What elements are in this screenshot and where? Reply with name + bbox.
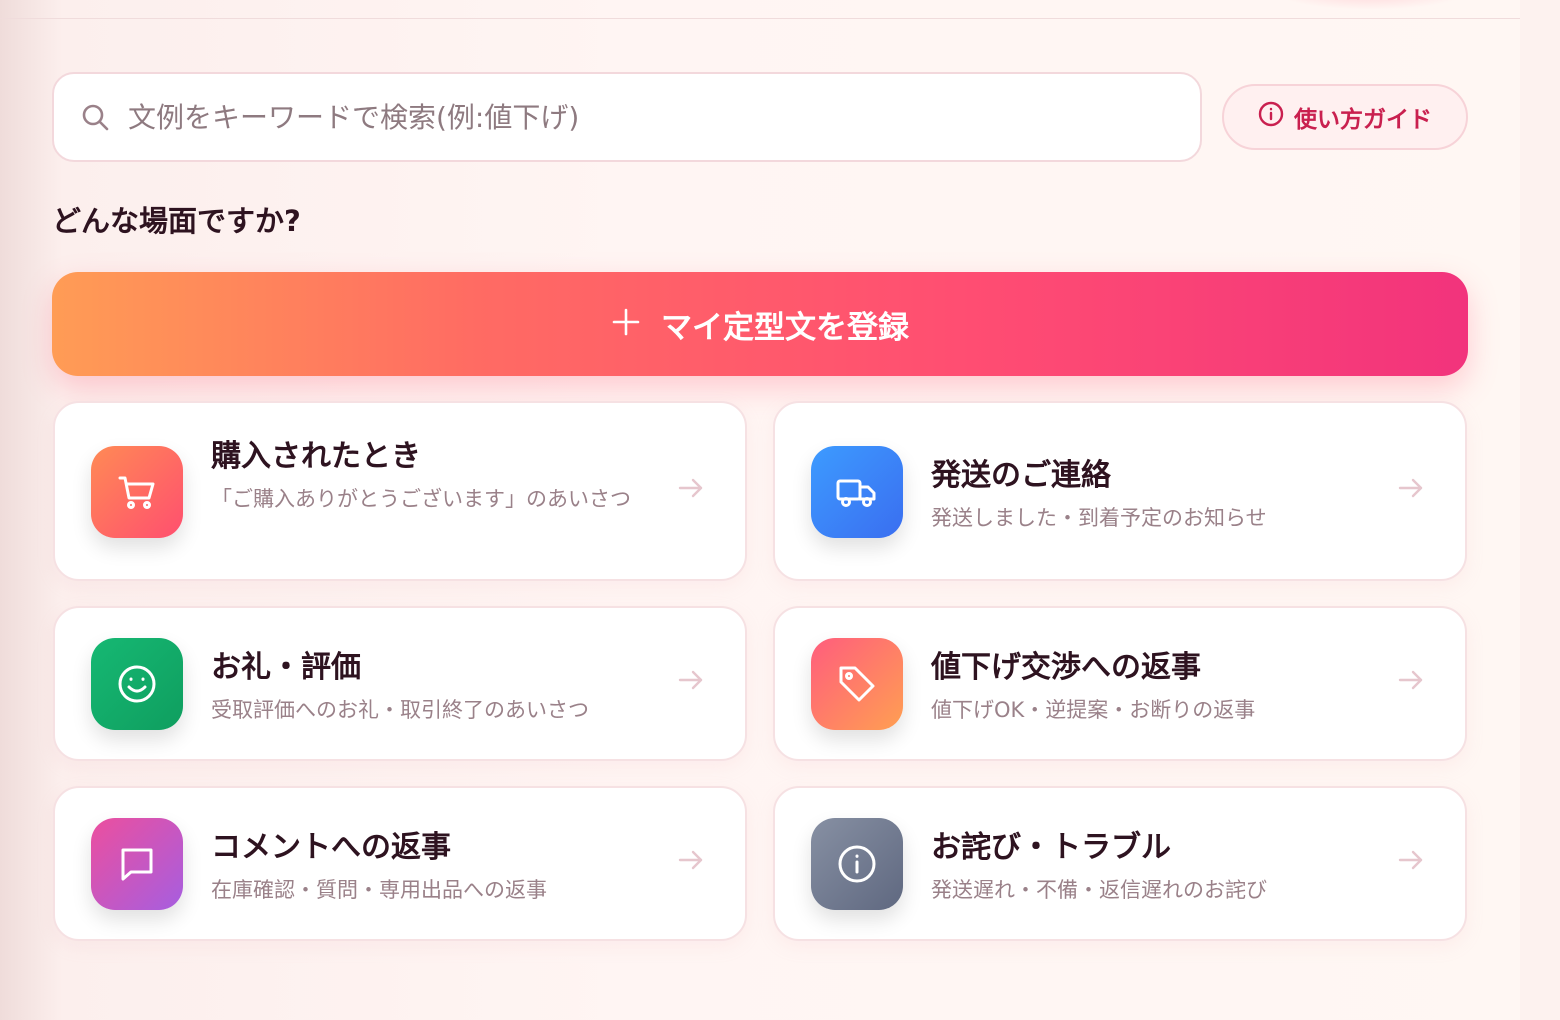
smile-icon	[91, 638, 183, 730]
truck-icon	[811, 446, 903, 538]
chat-icon	[91, 818, 183, 910]
category-title: お詫び・トラブル	[931, 830, 1171, 865]
cart-icon	[91, 446, 183, 538]
search-box[interactable]	[52, 72, 1202, 162]
plus-icon	[611, 304, 641, 344]
category-card-comments[interactable]: コメントへの返事 在庫確認・質問・専用出品への返事	[53, 786, 747, 941]
category-card-apology[interactable]: お詫び・トラブル 発送遅れ・不備・返信遅れのお詫び	[773, 786, 1467, 941]
category-title: 発送のご連絡	[931, 458, 1111, 493]
category-card-shipping[interactable]: 発送のご連絡 発送しました・到着予定のお知らせ	[773, 401, 1467, 581]
header-glow	[1270, 0, 1470, 10]
category-title: コメントへの返事	[211, 830, 451, 865]
register-template-button[interactable]: マイ定型文を登録	[52, 272, 1468, 376]
arrow-right-icon	[677, 474, 705, 502]
info-icon	[1258, 101, 1284, 133]
arrow-right-icon	[1397, 846, 1425, 874]
category-description: 「ご購入ありがとうございます」のあいさつ	[211, 487, 631, 511]
right-edge	[1520, 0, 1560, 1020]
category-description: 発送遅れ・不備・返信遅れのお詫び	[931, 878, 1267, 902]
header-divider	[0, 18, 1520, 19]
category-card-thanks[interactable]: お礼・評価 受取評価へのお礼・取引終了のあいさつ	[53, 606, 747, 761]
arrow-right-icon	[1397, 474, 1425, 502]
guide-button-label: 使い方ガイド	[1294, 107, 1432, 133]
search-input[interactable]	[128, 87, 1128, 147]
guide-button[interactable]: 使い方ガイド	[1222, 84, 1468, 150]
search-icon	[80, 102, 110, 132]
arrow-right-icon	[1397, 666, 1425, 694]
category-title: 値下げ交渉への返事	[931, 650, 1201, 685]
category-title: 購入されたとき	[211, 439, 421, 474]
category-title: お礼・評価	[211, 650, 361, 685]
register-button-label: マイ定型文を登録	[661, 309, 909, 346]
category-card-price-negotiation[interactable]: 値下げ交渉への返事 値下げOK・逆提案・お断りの返事	[773, 606, 1467, 761]
arrow-right-icon	[677, 846, 705, 874]
category-description: 値下げOK・逆提案・お断りの返事	[931, 698, 1256, 722]
info-icon	[811, 818, 903, 910]
category-description: 在庫確認・質問・専用出品への返事	[211, 878, 547, 902]
section-title: どんな場面ですか?	[52, 204, 301, 238]
arrow-right-icon	[677, 666, 705, 694]
category-description: 発送しました・到着予定のお知らせ	[931, 506, 1267, 530]
tag-icon	[811, 638, 903, 730]
category-description: 受取評価へのお礼・取引終了のあいさつ	[211, 698, 589, 722]
category-card-purchase[interactable]: 購入されたとき 「ご購入ありがとうございます」のあいさつ	[53, 401, 747, 581]
